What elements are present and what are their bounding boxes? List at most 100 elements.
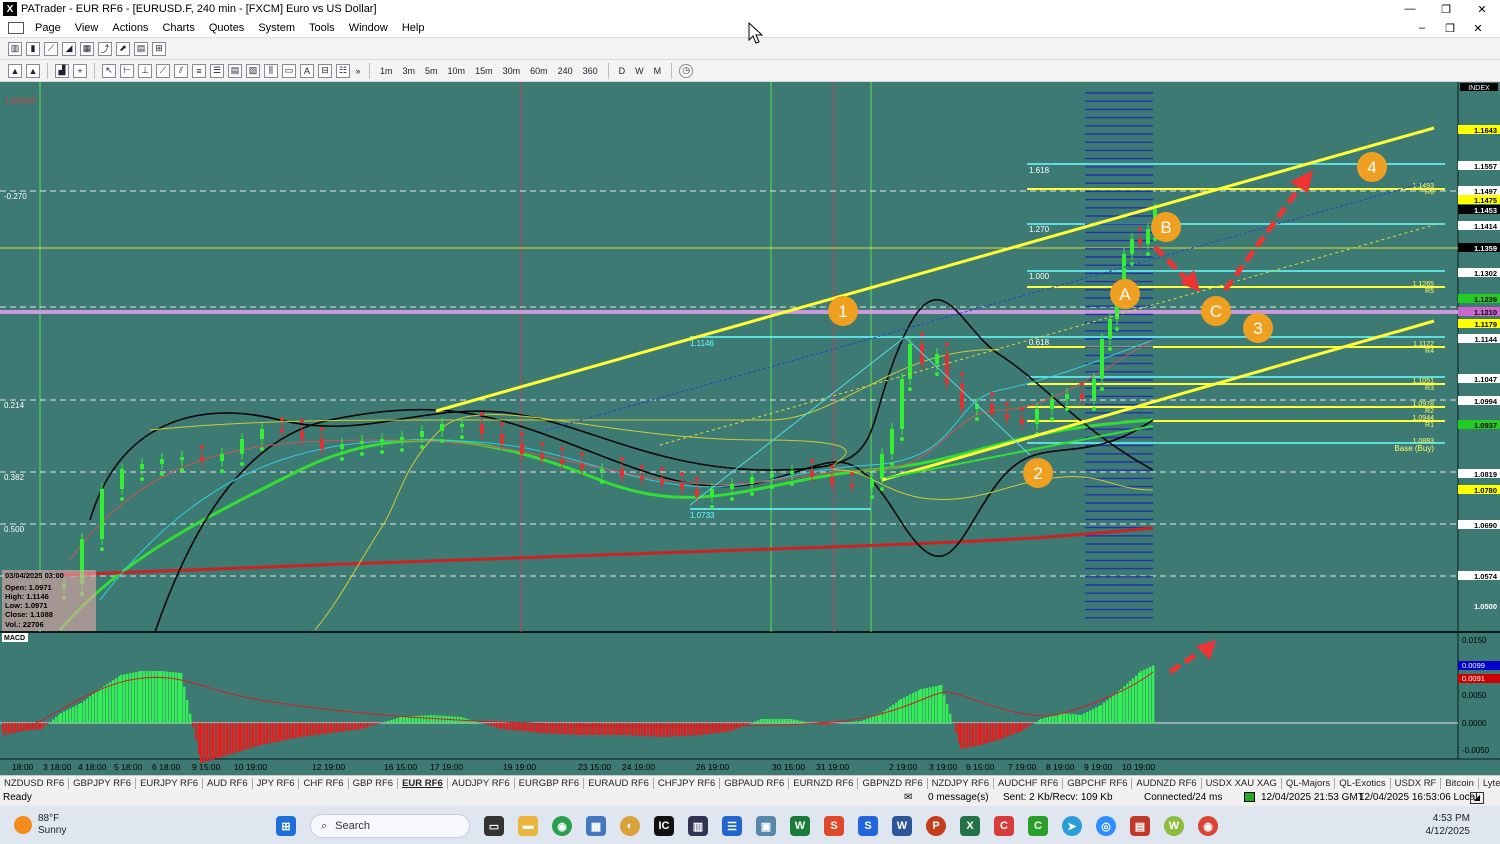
menu-system[interactable]: System	[251, 22, 302, 34]
sell-tool-icon[interactable]: ▲	[26, 63, 40, 78]
telegram-icon[interactable]: ➤	[1062, 816, 1082, 836]
area-chart-icon[interactable]: ◢	[62, 41, 76, 56]
hline-tool-icon[interactable]: ⊢	[120, 63, 134, 78]
app-icon-orange[interactable]: ◐	[620, 816, 640, 836]
symbol-tab[interactable]: NZDJPY RF6	[928, 777, 995, 789]
fib-retrace-icon[interactable]: ▤	[228, 63, 242, 78]
point-figure-icon[interactable]: ▦	[80, 41, 94, 56]
gann-tool-icon[interactable]: ▧	[246, 63, 260, 78]
symbol-tab[interactable]: Bitcoin	[1441, 777, 1479, 789]
menu-quotes[interactable]: Quotes	[202, 22, 251, 34]
cycle-tool-icon[interactable]: ⫼	[264, 63, 278, 78]
symbol-tab[interactable]: GBPJPY RF6	[69, 777, 137, 789]
chrome-alt-icon[interactable]: ◉	[1198, 816, 1218, 836]
line-chart-icon[interactable]: ⟋	[44, 41, 58, 56]
symbol-tab[interactable]: EURNZD RF6	[789, 777, 859, 789]
candle-chart-icon[interactable]: ▮	[26, 41, 40, 56]
tf-day[interactable]: D	[616, 64, 629, 78]
symbol-tab[interactable]: GBP RF6	[349, 777, 399, 789]
symbol-tab[interactable]: EURJPY RF6	[136, 777, 203, 789]
screenshot-icon[interactable]: ▣	[756, 816, 776, 836]
app-icon-ic[interactable]: IC	[654, 816, 674, 836]
menu-tools[interactable]: Tools	[302, 22, 342, 34]
fib-fan-icon[interactable]: ☰	[210, 63, 224, 78]
tf-240[interactable]: 240	[555, 64, 576, 78]
app-icon-s-red[interactable]: S	[824, 816, 844, 836]
symbol-tab[interactable]: CHF RF6	[299, 777, 349, 789]
menu-page[interactable]: Page	[28, 22, 68, 34]
weather-widget[interactable]: 88°F Sunny	[14, 813, 66, 837]
taskbar-search[interactable]: ⌕ Search	[310, 814, 470, 838]
symbol-tab[interactable]: Lyte	[1479, 778, 1500, 789]
symbol-tab[interactable]: GBPCHF RF6	[1063, 777, 1133, 789]
symbol-tab[interactable]: AUDJPY RF6	[448, 777, 515, 789]
tf-10m[interactable]: 10m	[445, 64, 469, 78]
pivot-tool-icon[interactable]: ⊟	[318, 63, 332, 78]
notes-icon[interactable]: ☰	[722, 816, 742, 836]
level-tool-icon[interactable]: ☷	[336, 63, 350, 78]
zoom-chart-icon[interactable]: ⬈	[116, 41, 130, 56]
indicator-icon[interactable]: ⊞	[152, 41, 166, 56]
bar-chart-icon[interactable]: ▥	[8, 41, 22, 56]
symbol-tab[interactable]: EURAUD RF6	[584, 777, 654, 789]
text-tool-icon[interactable]: A	[300, 63, 314, 78]
symbol-tab[interactable]: QL-Exotics	[1335, 777, 1391, 789]
crosshair-icon[interactable]: +	[73, 63, 87, 78]
status-messages[interactable]: 0 message(s)	[928, 792, 989, 803]
child-minimize-button[interactable]: –	[1408, 19, 1436, 37]
chart-tool-icon[interactable]: ▟	[55, 63, 69, 78]
tf-3m[interactable]: 3m	[400, 64, 419, 78]
rect-tool-icon[interactable]: ▭	[282, 63, 296, 78]
clock-icon[interactable]: ◷	[679, 63, 694, 78]
symbol-tab[interactable]: GBPNZD RF6	[858, 777, 928, 789]
tf-week[interactable]: W	[632, 64, 647, 78]
symbol-tab[interactable]: NZDUSD RF6	[0, 777, 70, 789]
chrome-icon[interactable]: ◉	[552, 816, 572, 836]
tf-60m[interactable]: 60m	[527, 64, 551, 78]
symbol-tab[interactable]: EURGBP RF6	[515, 777, 585, 789]
trend-chart-icon[interactable]: ⤴	[98, 41, 112, 56]
symbol-tab[interactable]: CHFJPY RF6	[654, 777, 721, 789]
menu-help[interactable]: Help	[395, 22, 432, 34]
zoom-icon[interactable]: ◎	[1096, 816, 1116, 836]
powerpoint-icon[interactable]: P	[926, 816, 946, 836]
more-tools-icon[interactable]: »	[354, 64, 362, 78]
tf-month[interactable]: M	[651, 64, 665, 78]
resize-grip-icon[interactable]: ◢	[1470, 792, 1484, 804]
fib-tool-icon[interactable]: ≡	[192, 63, 206, 78]
task-view-icon[interactable]: ▭	[484, 816, 504, 836]
symbol-tab[interactable]: QL-Majors	[1282, 777, 1336, 789]
price-chart[interactable]: INDEX Locked -0.270 0.214 0.382 0.500 1.…	[0, 82, 1500, 775]
trendline-tool-icon[interactable]: ⟋	[156, 63, 170, 78]
menu-window[interactable]: Window	[342, 22, 395, 34]
vline-tool-icon[interactable]: ⊥	[138, 63, 152, 78]
symbol-tab[interactable]: GBPAUD RF6	[720, 777, 790, 789]
tf-360[interactable]: 360	[580, 64, 601, 78]
symbol-tab[interactable]: JPY RF6	[253, 777, 300, 789]
child-restore-button[interactable]: ❐	[1436, 19, 1464, 37]
symbol-tab[interactable]: AUDNZD RF6	[1132, 777, 1202, 789]
menu-charts[interactable]: Charts	[155, 22, 201, 34]
channel-tool-icon[interactable]: ⫽	[174, 63, 188, 78]
minimize-button[interactable]: —	[1392, 0, 1428, 18]
symbol-tab[interactable]: USDX XAU XAG	[1202, 777, 1282, 789]
child-close-button[interactable]: ✕	[1464, 19, 1492, 37]
symbol-tab[interactable]: AUD RF6	[203, 777, 253, 789]
app-icon-c-green[interactable]: C	[1028, 816, 1048, 836]
tf-15m[interactable]: 15m	[472, 64, 496, 78]
histogram-icon[interactable]: ▤	[134, 41, 148, 56]
taskbar-clock[interactable]: 4:53 PM 4/12/2025	[1426, 812, 1471, 838]
app-icon-w-green[interactable]: W	[1164, 816, 1184, 836]
file-explorer-icon[interactable]: ▬	[518, 816, 538, 836]
menu-actions[interactable]: Actions	[105, 22, 155, 34]
app-icon-c-red[interactable]: C	[994, 816, 1014, 836]
excel-icon[interactable]: X	[960, 816, 980, 836]
maximize-button[interactable]: ❐	[1428, 0, 1464, 18]
windows-start-icon[interactable]: ⊞	[276, 816, 296, 836]
app-icon-s-blue[interactable]: S	[858, 816, 878, 836]
menu-view[interactable]: View	[68, 22, 106, 34]
app-icon-store[interactable]: ▤	[1130, 816, 1150, 836]
symbol-tab[interactable]: USDX RF	[1391, 777, 1442, 789]
triangle-tool-icon[interactable]: ▲	[8, 63, 22, 78]
tf-30m[interactable]: 30m	[500, 64, 524, 78]
